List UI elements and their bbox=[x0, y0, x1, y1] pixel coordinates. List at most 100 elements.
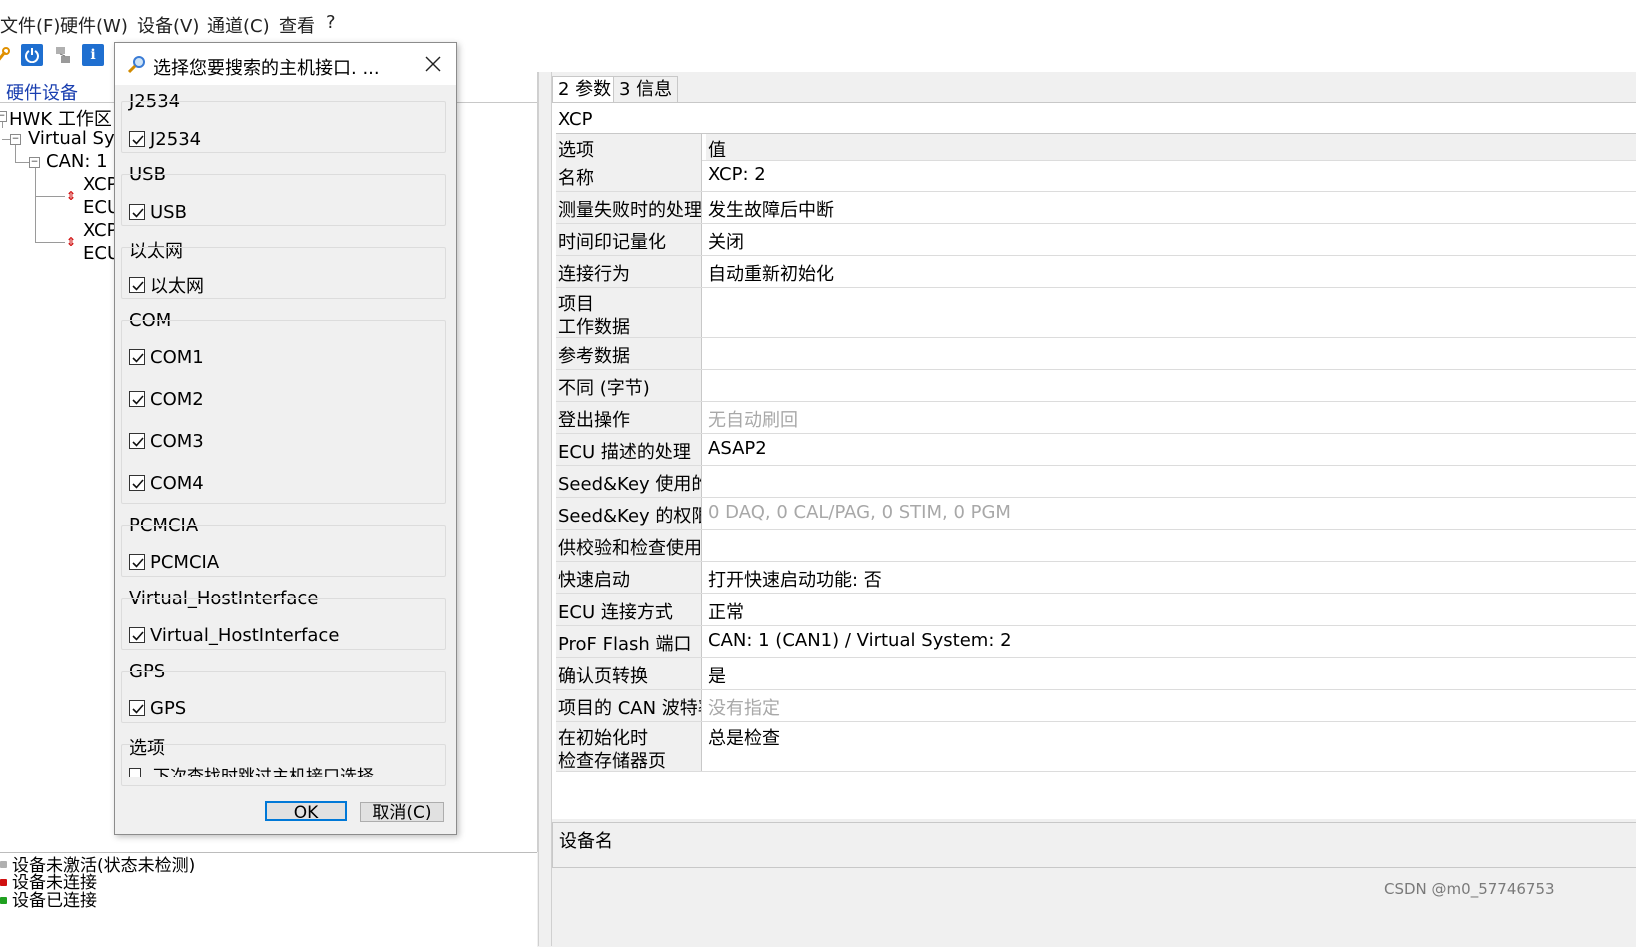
checkbox-label: 下次查找时跳过主机接口选择 bbox=[153, 766, 374, 778]
checkbox-icon[interactable] bbox=[129, 475, 145, 491]
property-value: 自动重新初始化 bbox=[708, 264, 834, 285]
property-value: 无自动刷回 bbox=[708, 410, 798, 431]
checkbox-gps[interactable]: GPS bbox=[129, 697, 186, 719]
property-row[interactable]: 名称 XCP: 2 bbox=[556, 160, 1636, 192]
legend-connected: 设备已连接 bbox=[12, 891, 97, 911]
menu-view[interactable]: 查看 bbox=[279, 12, 315, 38]
property-value: 0 DAQ, 0 CAL/PAG, 0 STIM, 0 PGM bbox=[708, 502, 1011, 523]
property-value: CAN: 1 (CAN1) / Virtual System: 2 bbox=[708, 630, 1012, 651]
ecu-disconnected-icon: ⇕ bbox=[66, 235, 77, 249]
property-key: 连接行为 bbox=[558, 264, 630, 285]
tree-line bbox=[15, 145, 16, 162]
checkbox-ethernet[interactable]: 以太网 bbox=[129, 274, 204, 297]
property-key: Seed&Key 使用的 bbox=[558, 474, 702, 495]
property-row[interactable]: 测量失败时的处理方 发生故障后中断 bbox=[556, 192, 1636, 224]
checkbox-icon[interactable] bbox=[129, 554, 145, 570]
device-name-label: 设备名 bbox=[559, 831, 613, 852]
option-column-header: 选项 bbox=[558, 140, 594, 160]
property-key: 名称 bbox=[558, 168, 594, 189]
checkbox-com1[interactable]: COM1 bbox=[129, 346, 204, 368]
property-key: 不同 (字节) bbox=[558, 378, 650, 399]
checkbox-j2534[interactable]: J2534 bbox=[129, 128, 201, 150]
checkbox-icon[interactable] bbox=[129, 391, 145, 407]
property-row[interactable]: 项目的 CAN 波特率 没有指定 bbox=[556, 690, 1636, 722]
property-row[interactable]: 快速启动 打开快速启动功能: 否 bbox=[556, 562, 1636, 594]
property-row[interactable]: Seed&Key 使用的 bbox=[556, 466, 1636, 498]
menu-device[interactable]: 设备(V) bbox=[137, 12, 199, 38]
property-row[interactable]: 连接行为 自动重新初始化 bbox=[556, 256, 1636, 288]
checkbox-icon[interactable] bbox=[129, 131, 145, 147]
property-row[interactable]: 确认页转换 是 bbox=[556, 658, 1636, 690]
checkbox-label: COM4 bbox=[150, 472, 204, 494]
property-value: 总是检查 bbox=[708, 728, 780, 749]
tab-parameters[interactable]: 2 参数 bbox=[552, 76, 618, 103]
ok-button[interactable]: OK bbox=[265, 801, 347, 823]
wrench-icon[interactable] bbox=[0, 44, 14, 66]
checkbox-label: COM3 bbox=[150, 430, 204, 452]
disconnected-status-icon bbox=[0, 879, 7, 886]
property-value: 发生故障后中断 bbox=[708, 200, 834, 221]
property-row[interactable]: ProF Flash 端口 CAN: 1 (CAN1) / Virtual Sy… bbox=[556, 626, 1636, 658]
property-row[interactable]: 在初始化时 检查存储器页 总是检查 bbox=[556, 722, 1636, 772]
checkbox-com4[interactable]: COM4 bbox=[129, 472, 204, 494]
network-icon[interactable] bbox=[52, 44, 74, 66]
property-row[interactable]: 时间印记量化 关闭 bbox=[556, 224, 1636, 256]
checkbox-icon[interactable] bbox=[129, 700, 145, 716]
checkbox-icon[interactable] bbox=[129, 349, 145, 365]
search-icon bbox=[127, 55, 147, 75]
root-expander[interactable]: − bbox=[0, 111, 7, 122]
checkbox-label: USB bbox=[150, 201, 187, 223]
checkbox-virtual-hostinterface[interactable]: Virtual_HostInterface bbox=[129, 624, 339, 646]
checkbox-pcmcia[interactable]: PCMCIA bbox=[129, 551, 219, 573]
property-row[interactable]: Seed&Key 的权限 0 DAQ, 0 CAL/PAG, 0 STIM, 0… bbox=[556, 498, 1636, 530]
checkbox-com2[interactable]: COM2 bbox=[129, 388, 204, 410]
close-icon[interactable] bbox=[422, 53, 444, 75]
property-row[interactable]: 不同 (字节) bbox=[556, 370, 1636, 402]
property-key: 项目的 CAN 波特率 bbox=[558, 698, 702, 719]
tree-line bbox=[35, 242, 65, 243]
checkbox-label: COM1 bbox=[150, 346, 204, 368]
property-row[interactable]: 登出操作 无自动刷回 bbox=[556, 402, 1636, 434]
power-icon[interactable] bbox=[21, 44, 43, 66]
host-interface-dialog: 选择您要搜索的主机接口. ... J2534 J2534 USB USB 以太网… bbox=[114, 42, 457, 835]
menu-hardware[interactable]: 硬件(W) bbox=[60, 12, 128, 38]
panel-splitter[interactable] bbox=[538, 72, 552, 946]
device-type-heading: XCP bbox=[558, 109, 593, 130]
checkbox-icon[interactable] bbox=[129, 433, 145, 449]
watermark: CSDN @m0_57746753 bbox=[1384, 880, 1555, 898]
checkbox-label: GPS bbox=[150, 697, 187, 719]
property-value: 正常 bbox=[708, 602, 744, 623]
checkbox-icon[interactable] bbox=[129, 204, 145, 220]
checkbox-icon[interactable] bbox=[129, 277, 145, 293]
menu-file[interactable]: 文件(F) bbox=[0, 12, 60, 38]
can-expander[interactable]: − bbox=[29, 157, 40, 168]
tree-xcp-1[interactable]: XCP bbox=[83, 174, 117, 195]
property-key: 参考数据 bbox=[558, 346, 630, 367]
property-key: 供校验和检查使用的 bbox=[558, 538, 702, 559]
property-key: ECU 描述的处理 bbox=[558, 442, 691, 463]
checkbox-skip-selection[interactable]: 下次查找时跳过主机接口选择 bbox=[129, 763, 374, 777]
checkbox-usb[interactable]: USB bbox=[129, 201, 187, 223]
tree-virtual-system[interactable]: Virtual Sys bbox=[28, 128, 124, 149]
system-expander[interactable]: − bbox=[10, 134, 21, 145]
checkbox-com3[interactable]: COM3 bbox=[129, 430, 204, 452]
checkbox-icon[interactable] bbox=[129, 768, 141, 777]
device-name-box: 设备名 bbox=[552, 822, 1636, 868]
tree-line bbox=[15, 162, 29, 163]
connected-status-icon bbox=[0, 897, 7, 904]
checkbox-icon[interactable] bbox=[129, 627, 145, 643]
cancel-button[interactable]: 取消(C) bbox=[360, 802, 444, 823]
tree-can-1[interactable]: CAN: 1 bbox=[46, 151, 108, 172]
info-icon[interactable]: i bbox=[82, 44, 104, 66]
property-key: ECU 连接方式 bbox=[558, 602, 673, 623]
tree-xcp-2[interactable]: XCP bbox=[83, 220, 117, 241]
property-row[interactable]: 参考数据 bbox=[556, 338, 1636, 370]
property-row[interactable]: 供校验和检查使用的 bbox=[556, 530, 1636, 562]
property-row[interactable]: 项目 工作数据 bbox=[556, 288, 1636, 338]
property-row[interactable]: ECU 连接方式 正常 bbox=[556, 594, 1636, 626]
tab-info[interactable]: 3 信息 bbox=[613, 76, 679, 103]
menu-channel[interactable]: 通道(C) bbox=[207, 12, 270, 38]
status-legend: 设备未激活(状态未检测) 设备未连接 设备已连接 bbox=[0, 852, 537, 947]
property-row[interactable]: ECU 描述的处理 ASAP2 bbox=[556, 434, 1636, 466]
menu-help[interactable]: ? bbox=[326, 12, 336, 33]
